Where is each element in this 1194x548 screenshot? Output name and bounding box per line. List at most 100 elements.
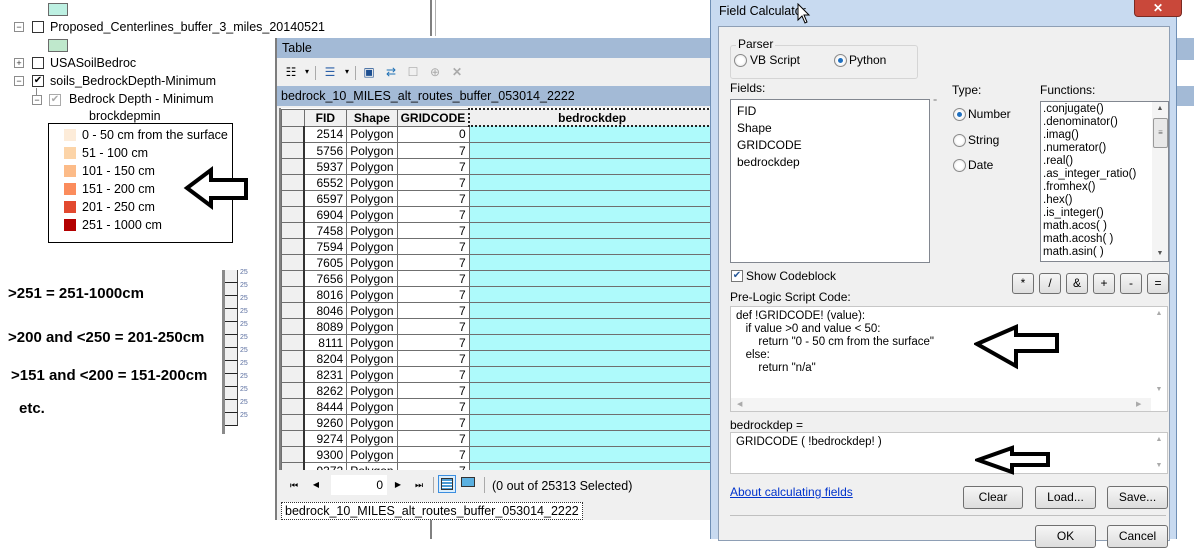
- table-cell-fid[interactable]: 8016: [303, 286, 348, 303]
- row-selector[interactable]: [281, 174, 305, 191]
- type-string-radio[interactable]: [953, 134, 966, 147]
- table-cell-fid[interactable]: 8204: [303, 350, 348, 367]
- function-list-item[interactable]: math.acosh( ): [1041, 233, 1168, 246]
- table-cell-gridcode[interactable]: 7: [396, 222, 470, 239]
- table-cell-fid[interactable]: 5937: [303, 158, 348, 175]
- functions-scrollbar[interactable]: ▲ ≡ ▼: [1152, 102, 1168, 261]
- table-cell-gridcode[interactable]: 7: [396, 270, 470, 287]
- table-tab[interactable]: bedrock_10_MILES_alt_routes_buffer_05301…: [281, 502, 583, 520]
- save-button[interactable]: Save...: [1107, 486, 1168, 509]
- table-row[interactable]: 5756 Polygon 7: [281, 142, 716, 159]
- previous-record-button[interactable]: ◀: [309, 478, 323, 492]
- table-cell-bedrockdep[interactable]: [468, 414, 716, 431]
- expand-toggle[interactable]: +: [14, 58, 24, 68]
- table-row[interactable]: 8204 Polygon 7: [281, 350, 716, 367]
- table-cell-gridcode[interactable]: 7: [396, 302, 470, 319]
- code-hscrollbar[interactable]: ◀ ▶: [731, 398, 1151, 411]
- table-cell-bedrockdep[interactable]: [468, 174, 716, 191]
- table-cell-fid[interactable]: 9300: [303, 446, 348, 463]
- row-selector[interactable]: [281, 222, 305, 239]
- function-list-item[interactable]: math.asin( ): [1041, 246, 1168, 259]
- function-list-item[interactable]: .numerator(): [1041, 142, 1168, 155]
- row-selector[interactable]: [281, 398, 305, 415]
- row-selector[interactable]: [281, 238, 305, 255]
- table-options-icon[interactable]: ☷: [283, 65, 299, 79]
- table-cell-bedrockdep[interactable]: [468, 158, 716, 175]
- table-row[interactable]: 8444 Polygon 7: [281, 398, 716, 415]
- table-cell-bedrockdep[interactable]: [468, 398, 716, 415]
- table-row[interactable]: 9372Polygon7: [281, 462, 716, 470]
- table-cell-shape[interactable]: Polygon: [346, 430, 398, 447]
- row-selector[interactable]: [281, 430, 305, 447]
- column-header-fid[interactable]: FID: [303, 108, 348, 127]
- table-cell-bedrockdep[interactable]: [468, 430, 716, 447]
- table-cell-shape[interactable]: Polygon: [346, 350, 398, 367]
- table-cell-gridcode[interactable]: 7: [396, 446, 470, 463]
- field-list-item[interactable]: FID: [731, 103, 929, 120]
- dropdown-icon[interactable]: ▾: [339, 65, 355, 79]
- table-cell-shape[interactable]: Polygon: [346, 302, 398, 319]
- function-list-item[interactable]: .imag(): [1041, 129, 1168, 142]
- field-list-item[interactable]: bedrockdep: [731, 154, 929, 171]
- scroll-down-icon[interactable]: ▼: [1151, 459, 1167, 473]
- table-cell-bedrockdep[interactable]: [468, 462, 716, 470]
- table-cell-gridcode[interactable]: 7: [396, 430, 470, 447]
- load-button[interactable]: Load...: [1035, 486, 1096, 509]
- zoom-to-selected-icon[interactable]: ⊕: [427, 65, 443, 79]
- table-cell-fid[interactable]: 8046: [303, 302, 348, 319]
- table-cell-fid[interactable]: 8262: [303, 382, 348, 399]
- prelogic-code-editor[interactable]: def !GRIDCODE! (value): if value >0 and …: [730, 306, 1168, 412]
- row-selector[interactable]: [281, 302, 305, 319]
- clear-button[interactable]: Clear: [963, 486, 1023, 509]
- function-list-item[interactable]: .as_integer_ratio(): [1041, 168, 1168, 181]
- function-list-item[interactable]: math.acos( ): [1041, 220, 1168, 233]
- select-by-attributes-icon[interactable]: ▣: [361, 65, 377, 79]
- table-cell-shape[interactable]: Polygon: [346, 318, 398, 335]
- type-date-radio[interactable]: [953, 159, 966, 172]
- sort-icon[interactable]: ⁼: [933, 97, 937, 106]
- row-selector[interactable]: [281, 270, 305, 287]
- table-cell-gridcode[interactable]: 7: [396, 318, 470, 335]
- table-cell-bedrockdep[interactable]: [468, 366, 716, 383]
- table-cell-fid[interactable]: 8444: [303, 398, 348, 415]
- table-cell-shape[interactable]: Polygon: [346, 270, 398, 287]
- show-selected-records-button[interactable]: [460, 475, 478, 493]
- table-row[interactable]: 6552 Polygon 7: [281, 174, 716, 191]
- row-selector[interactable]: [281, 254, 305, 271]
- table-cell-shape[interactable]: Polygon: [346, 125, 398, 143]
- row-selector[interactable]: [281, 158, 305, 175]
- show-codeblock-label[interactable]: Show Codeblock: [746, 269, 836, 283]
- operator-minus-button[interactable]: -: [1120, 273, 1142, 294]
- table-cell-bedrockdep[interactable]: [468, 302, 716, 319]
- table-cell-gridcode[interactable]: 7: [396, 158, 470, 175]
- layer-name[interactable]: Proposed_Centerlines_buffer_3_miles_2014…: [50, 18, 325, 36]
- table-cell-shape[interactable]: Polygon: [346, 462, 398, 470]
- scroll-up-icon[interactable]: ▲: [1152, 102, 1168, 116]
- table-cell-shape[interactable]: Polygon: [346, 398, 398, 415]
- function-list-item[interactable]: .real(): [1041, 155, 1168, 168]
- row-selector[interactable]: [281, 446, 305, 463]
- function-list-item[interactable]: .denominator(): [1041, 116, 1168, 129]
- cancel-button[interactable]: Cancel: [1107, 525, 1168, 548]
- field-list-item[interactable]: Shape: [731, 120, 929, 137]
- table-cell-fid[interactable]: 6597: [303, 190, 348, 207]
- table-cell-shape[interactable]: Polygon: [346, 414, 398, 431]
- collapse-toggle[interactable]: −: [32, 95, 42, 105]
- vbscript-radio[interactable]: [734, 54, 747, 67]
- table-cell-fid[interactable]: 6552: [303, 174, 348, 191]
- table-cell-gridcode[interactable]: 7: [396, 382, 470, 399]
- table-cell-shape[interactable]: Polygon: [346, 254, 398, 271]
- operator-divide-button[interactable]: /: [1039, 273, 1061, 294]
- scroll-down-icon[interactable]: ▼: [1152, 247, 1168, 261]
- table-cell-gridcode[interactable]: 7: [396, 398, 470, 415]
- table-row[interactable]: 7458 Polygon 7: [281, 222, 716, 239]
- table-cell-bedrockdep[interactable]: [468, 270, 716, 287]
- record-number-input[interactable]: 0: [331, 475, 387, 495]
- table-cell-fid[interactable]: 7605: [303, 254, 348, 271]
- table-cell-fid[interactable]: 6904: [303, 206, 348, 223]
- table-cell-bedrockdep[interactable]: [468, 350, 716, 367]
- table-row[interactable]: 6904 Polygon 7: [281, 206, 716, 223]
- expression-editor[interactable]: GRIDCODE ( !bedrockdep! ) ▲ ▼: [730, 432, 1168, 474]
- scroll-left-icon[interactable]: ◀: [737, 398, 742, 411]
- table-cell-shape[interactable]: Polygon: [346, 366, 398, 383]
